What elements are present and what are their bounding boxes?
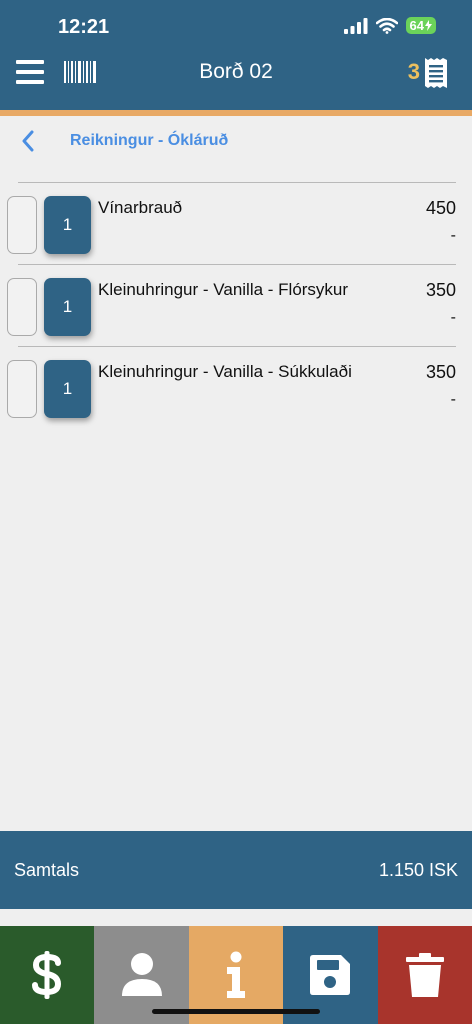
wifi-icon: [375, 17, 398, 34]
receipt-icon[interactable]: [424, 57, 448, 89]
back-chevron-icon[interactable]: [20, 130, 36, 152]
list-item[interactable]: 1 Kleinuhringur - Vanilla - Súkkulaði 35…: [7, 346, 456, 428]
quantity-button[interactable]: 1: [44, 360, 91, 418]
page-title: Borð 02: [199, 60, 273, 83]
list-item[interactable]: 1 Kleinuhringur - Vanilla - Flórsykur 35…: [7, 264, 456, 346]
person-icon: [121, 953, 162, 996]
item-select-checkbox[interactable]: [7, 278, 37, 336]
item-discount: -: [450, 309, 456, 326]
total-bar: Samtals 1.150 ISK: [0, 831, 472, 909]
top-bar: 12:21 64 Borð 02 3: [0, 0, 472, 110]
dollar-icon: [32, 951, 62, 999]
accent-strip: [0, 110, 472, 116]
item-name: Vínarbrauð: [98, 198, 183, 217]
quantity-button[interactable]: 1: [44, 196, 91, 254]
quantity-button[interactable]: 1: [44, 278, 91, 336]
item-name: Kleinuhringur - Vanilla - Súkkulaði: [98, 362, 352, 381]
item-discount: -: [450, 391, 456, 408]
battery-indicator: 64: [405, 17, 436, 34]
breadcrumb-label[interactable]: Reikningur - Ókláruð: [70, 132, 228, 150]
item-select-checkbox[interactable]: [7, 360, 37, 418]
status-time: 12:21: [58, 16, 110, 38]
item-select-checkbox[interactable]: [7, 196, 37, 254]
total-value: 1.150 ISK: [378, 860, 458, 880]
total-label: Samtals: [14, 860, 80, 880]
save-icon: [310, 955, 351, 995]
ticket-count[interactable]: 3: [408, 59, 420, 85]
home-indicator: [152, 1009, 320, 1014]
list-item[interactable]: 1 Vínarbrauð 450 -: [7, 182, 456, 264]
battery-level: 64: [409, 18, 424, 33]
delete-button[interactable]: [377, 926, 472, 1024]
item-price: 350: [425, 280, 456, 300]
item-price: 350: [425, 362, 456, 382]
pay-button[interactable]: [0, 926, 95, 1024]
signal-icon: [343, 17, 368, 34]
charging-icon: [425, 20, 432, 31]
item-discount: -: [450, 227, 456, 244]
trash-icon: [405, 953, 444, 997]
status-icons: 64: [343, 17, 436, 34]
item-price: 450: [425, 198, 456, 218]
order-items-list: 1 Vínarbrauð 450 - 1 Kleinuhringur - Van…: [0, 182, 472, 428]
breadcrumb: Reikningur - Ókláruð: [0, 126, 472, 158]
item-name: Kleinuhringur - Vanilla - Flórsykur: [98, 280, 349, 299]
info-icon: [227, 951, 246, 998]
